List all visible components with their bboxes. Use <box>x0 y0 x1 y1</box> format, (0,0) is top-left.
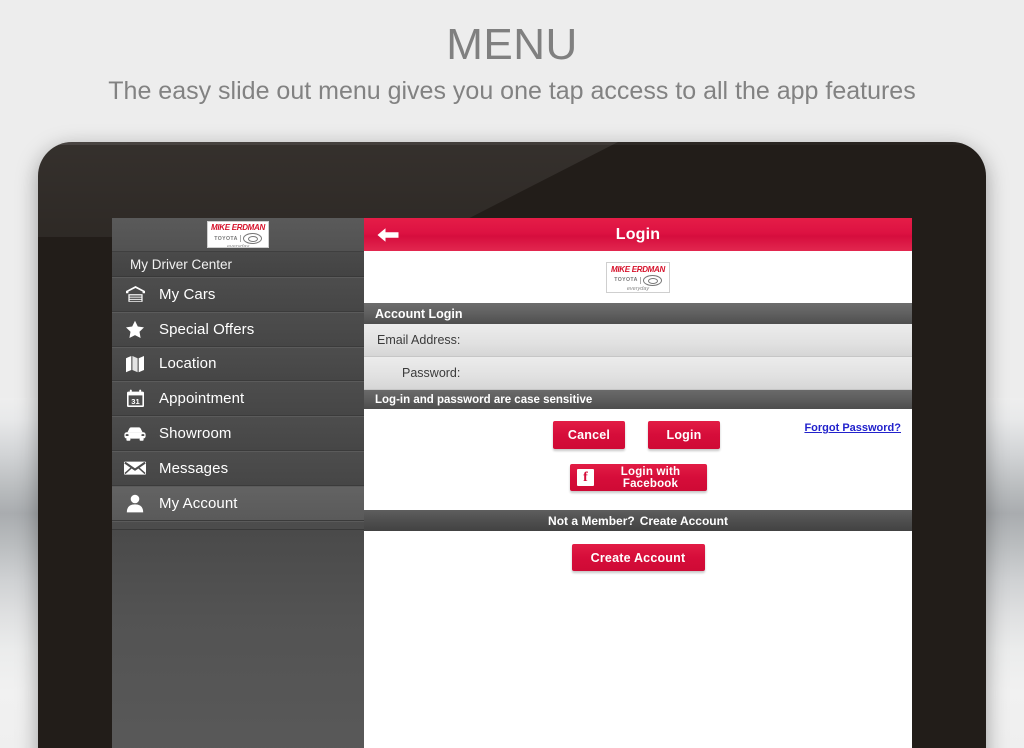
not-a-member-text: Not a Member? <box>548 513 635 528</box>
page-root: MENU The easy slide out menu gives you o… <box>0 0 1024 748</box>
brand-logo-divider <box>639 276 641 284</box>
sidebar-item-label: Location <box>159 355 217 373</box>
car-icon <box>120 423 150 445</box>
brand-logo-make: TOYOTA <box>614 277 638 283</box>
cancel-button[interactable]: Cancel <box>553 421 625 449</box>
sidebar-item-label: My Cars <box>159 285 216 303</box>
password-field-label: Password: <box>402 366 461 380</box>
sidebar-logo-row: MIKE ERDMAN TOYOTA everyday <box>112 218 364 252</box>
sidebar-item-appointment[interactable]: 31 Appointment <box>112 381 364 417</box>
brand-logo-name: MIKE ERDMAN <box>210 223 266 232</box>
sidebar-item-label: Appointment <box>159 390 245 408</box>
brand-logo-name: MIKE ERDMAN <box>610 264 666 274</box>
svg-text:31: 31 <box>131 397 140 406</box>
create-account-area: Create Account <box>364 531 912 746</box>
topbar-title: Login <box>615 225 661 243</box>
account-login-section-header: Account Login <box>364 303 912 324</box>
arrow-left-icon[interactable] <box>376 226 400 244</box>
login-button[interactable]: Login <box>648 421 720 449</box>
brand-logo: MIKE ERDMAN TOYOTA everyday <box>606 261 670 293</box>
facebook-button-label: Login with Facebook <box>620 465 681 490</box>
brand-logo: MIKE ERDMAN TOYOTA everyday <box>207 221 269 248</box>
sidebar-item-label: My Account <box>159 494 238 512</box>
create-account-button[interactable]: Create Account <box>571 544 705 571</box>
sidebar-header: My Driver Center <box>112 252 364 277</box>
slide-out-menu-sidebar: MIKE ERDMAN TOYOTA everyday My Driver Ce… <box>112 218 364 748</box>
sidebar-item-label: Special Offers <box>159 320 255 338</box>
password-input[interactable] <box>466 361 904 385</box>
page-title: MENU <box>446 20 578 69</box>
create-account-link[interactable]: Create Account <box>640 514 728 528</box>
star-icon <box>120 318 150 340</box>
brand-logo-make: TOYOTA <box>214 235 238 242</box>
toyota-emblem-icon <box>642 274 662 286</box>
envelope-icon <box>120 457 150 479</box>
person-icon <box>120 492 150 514</box>
map-icon <box>120 353 150 375</box>
sidebar-item-special-offers[interactable]: Special Offers <box>112 311 364 347</box>
sidebar-item-my-cars[interactable]: My Cars <box>112 277 364 312</box>
login-content-panel: Login MIKE ERDMAN TOYOTA everyday Accoun… <box>364 218 912 748</box>
brand-logo-divider <box>239 235 241 242</box>
content-logo-area: MIKE ERDMAN TOYOTA everyday <box>364 251 912 303</box>
toyota-emblem-icon <box>242 233 262 244</box>
login-with-facebook-button[interactable]: f Login with Facebook <box>570 464 707 491</box>
sidebar-item-messages[interactable]: Messages <box>112 450 364 486</box>
email-input[interactable] <box>466 328 904 352</box>
sidebar-item-label: Messages <box>159 459 229 477</box>
brand-logo-make-row: TOYOTA <box>609 274 667 286</box>
app-topbar: Login <box>364 218 912 251</box>
tablet-screen: MIKE ERDMAN TOYOTA everyday My Driver Ce… <box>112 218 912 748</box>
sidebar-item-location[interactable]: Location <box>112 346 364 382</box>
page-subtitle: The easy slide out menu gives you one ta… <box>108 77 916 105</box>
password-field-row: Password: <box>364 357 912 390</box>
tablet-device-frame: MIKE ERDMAN TOYOTA everyday My Driver Ce… <box>38 142 986 748</box>
calendar-icon: 31 <box>120 388 150 410</box>
brand-logo-make-row: TOYOTA <box>210 233 266 244</box>
bezel-top-edge-highlight <box>38 142 986 145</box>
facebook-icon: f <box>577 469 594 486</box>
brand-logo-tagline: everyday <box>626 285 650 292</box>
sidebar-item-showroom[interactable]: Showroom <box>112 416 364 451</box>
forgot-password-link[interactable]: Forgot Password? <box>804 422 901 434</box>
email-field-row: Email Address: <box>364 324 912 357</box>
headline-block: MENU The easy slide out menu gives you o… <box>0 18 1024 108</box>
login-buttons-area: Cancel Login Forgot Password? f Login wi… <box>364 409 912 510</box>
garage-icon <box>120 283 150 305</box>
email-field-label: Email Address: <box>377 333 461 347</box>
not-a-member-bar: Not a Member? Create Account <box>364 510 912 531</box>
case-sensitive-note: Log-in and password are case sensitive <box>364 390 912 409</box>
sidebar-empty-area <box>112 529 364 748</box>
sidebar-item-label: Showroom <box>159 425 232 443</box>
brand-logo-tagline: everyday <box>226 244 250 248</box>
sidebar-item-my-account[interactable]: My Account <box>112 485 364 521</box>
